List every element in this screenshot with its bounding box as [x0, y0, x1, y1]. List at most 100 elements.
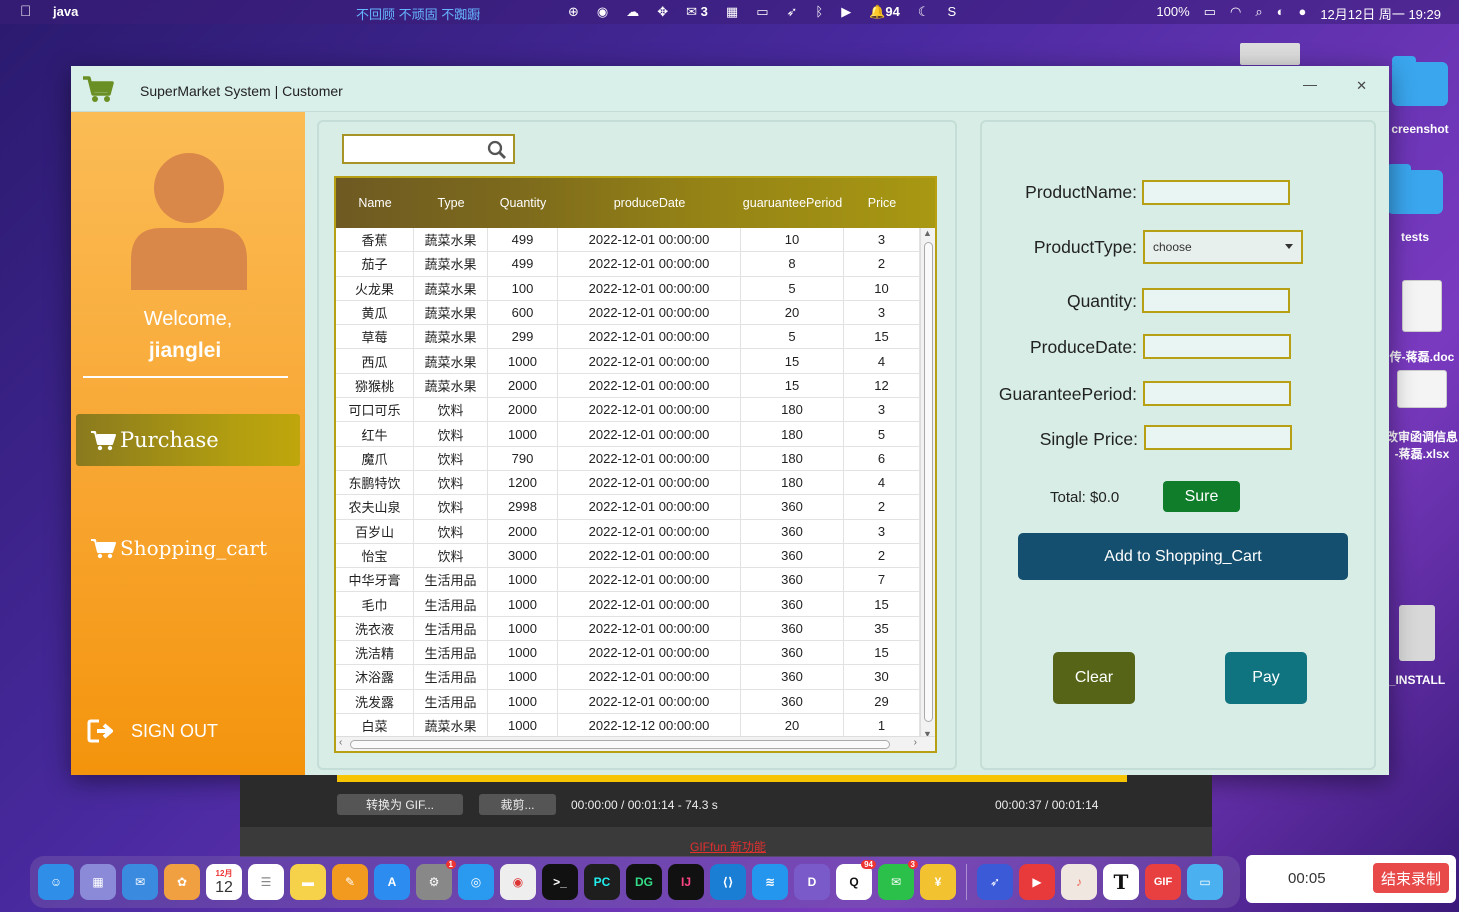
table-row[interactable]: 西瓜 蔬菜水果 1000 2022-12-01 00:00:00 15 4	[336, 349, 920, 374]
reminders-icon[interactable]: ☰	[248, 864, 284, 900]
sidebar-item-shopping-cart[interactable]: Shopping_cart	[76, 522, 300, 574]
giffun-link[interactable]: GIFfun 新功能	[690, 838, 766, 855]
intellij-icon[interactable]: IJ	[668, 864, 704, 900]
display-icon[interactable]: ▭	[756, 4, 768, 20]
qq-icon[interactable]: Q 94	[836, 860, 876, 900]
table-row[interactable]: 百岁山 饮料 2000 2022-12-01 00:00:00 360 3	[336, 519, 920, 544]
discord-like-icon[interactable]: D	[794, 864, 830, 900]
mail-icon[interactable]: ✉	[122, 864, 158, 900]
pdf-icon[interactable]: ▶	[1019, 864, 1055, 900]
finder-icon[interactable]: ☺	[38, 864, 74, 900]
column-header-type[interactable]: Type	[414, 178, 488, 228]
desktop-doc-file[interactable]: 传-蒋磊.doc	[1385, 280, 1459, 365]
timeline-strip[interactable]	[337, 775, 1127, 782]
sure-button[interactable]: Sure	[1163, 481, 1240, 512]
active-app-name[interactable]: java	[53, 4, 78, 19]
siri-icon[interactable]: ●	[1298, 4, 1306, 23]
column-header-quantity[interactable]: Quantity	[488, 178, 558, 228]
bluetooth-icon[interactable]: ᛒ	[815, 4, 823, 20]
desktop-folder-tests[interactable]: tests	[1385, 164, 1445, 244]
rocket-app-icon[interactable]: ➶	[977, 864, 1013, 900]
wechat-status-icon[interactable]: ✉ 3	[686, 4, 708, 20]
guarantee-period-field[interactable]	[1143, 381, 1291, 406]
table-row[interactable]: 白菜 蔬菜水果 1000 2022-12-12 00:00:00 20 1	[336, 713, 920, 738]
weather-icon[interactable]: ☁	[626, 4, 639, 20]
stop-recording-button[interactable]: 结束录制	[1373, 863, 1449, 893]
table-row[interactable]: 香蕉 蔬菜水果 499 2022-12-01 00:00:00 10 3	[336, 228, 920, 253]
launchpad-icon[interactable]: ▦	[80, 864, 116, 900]
chrome-icon[interactable]: ◉	[500, 864, 536, 900]
convert-to-gif-button[interactable]: 转换为 GIF...	[337, 794, 463, 815]
search-box[interactable]	[342, 134, 515, 164]
app-store-icon[interactable]: A	[374, 864, 410, 900]
sign-out-button[interactable]: SIGN OUT	[87, 718, 218, 744]
quantity-field[interactable]	[1142, 288, 1290, 313]
battery-icon[interactable]: ▭	[1204, 4, 1216, 23]
photos-icon[interactable]: ✿	[164, 864, 200, 900]
scrollbar-thumb[interactable]	[350, 740, 890, 749]
vertical-scrollbar[interactable]: ▲ ▼	[920, 228, 935, 739]
column-header-guarantee-period[interactable]: guaruanteePeriod	[741, 178, 844, 228]
desktop-install-file[interactable]: _INSTALL	[1385, 605, 1449, 687]
table-row[interactable]: 沐浴露 生活用品 1000 2022-12-01 00:00:00 360 30	[336, 665, 920, 690]
window-titlebar[interactable]: SuperMarket System | Customer — ✕	[71, 66, 1389, 112]
table-row[interactable]: 猕猴桃 蔬菜水果 2000 2022-12-01 00:00:00 15 12	[336, 373, 920, 399]
table-row[interactable]: 东鹏特饮 饮料 1200 2022-12-01 00:00:00 180 4	[336, 470, 920, 496]
apple-menu-icon[interactable]: 	[20, 3, 31, 20]
table-row[interactable]: 茄子 蔬菜水果 499 2022-12-01 00:00:00 8 2	[336, 252, 920, 277]
datagrip-icon[interactable]: DG	[626, 864, 662, 900]
scroll-left-arrow-icon[interactable]: ‹	[339, 737, 342, 748]
clear-button[interactable]: Clear	[1053, 652, 1135, 704]
docker-icon[interactable]: ≋	[752, 864, 788, 900]
globe-icon[interactable]: ⊕	[568, 4, 579, 20]
play-icon[interactable]: ▶	[841, 4, 851, 20]
pages-icon[interactable]: ✎	[332, 864, 368, 900]
rocket-icon[interactable]: ➶	[787, 4, 798, 20]
grid-icon[interactable]: ▦	[726, 4, 738, 20]
system-preferences-icon[interactable]: ⚙ 1	[416, 860, 456, 900]
table-row[interactable]: 洗衣液 生活用品 1000 2022-12-01 00:00:00 360 35	[336, 616, 920, 642]
close-button[interactable]: ✕	[1356, 78, 1367, 94]
pycharm-icon[interactable]: PC	[584, 864, 620, 900]
battery-level[interactable]: 100%	[1156, 4, 1189, 23]
table-row[interactable]: 洗洁精 生活用品 1000 2022-12-01 00:00:00 360 15	[336, 641, 920, 666]
column-header-name[interactable]: Name	[336, 178, 414, 228]
scrollbar-thumb[interactable]	[924, 242, 933, 722]
safari-icon[interactable]: ◎	[458, 864, 494, 900]
single-price-field[interactable]	[1144, 425, 1292, 450]
pay-button[interactable]: Pay	[1225, 652, 1307, 704]
table-row[interactable]: 魔爪 饮料 790 2022-12-01 00:00:00 180 6	[336, 446, 920, 471]
add-to-cart-button[interactable]: Add to Shopping_Cart	[1018, 533, 1348, 580]
horizontal-scrollbar[interactable]: ‹ ›	[336, 736, 935, 751]
control-center-icon[interactable]: ◐	[1277, 4, 1285, 23]
produce-date-field[interactable]	[1143, 334, 1291, 359]
product-name-field[interactable]	[1142, 180, 1290, 205]
input-method-icon[interactable]: S	[948, 4, 957, 20]
downloads-folder-icon[interactable]: ▭	[1187, 864, 1223, 900]
table-row[interactable]: 可口可乐 饮料 2000 2022-12-01 00:00:00 180 3	[336, 398, 920, 423]
screenshot-thumbnail[interactable]	[1240, 43, 1300, 65]
table-row[interactable]: 洗发露 生活用品 1000 2022-12-01 00:00:00 360 29	[336, 689, 920, 714]
typora-icon[interactable]: T	[1103, 864, 1139, 900]
vpn-icon[interactable]: ◉	[597, 4, 608, 20]
column-header-produce-date[interactable]: produceDate	[558, 178, 741, 228]
table-row[interactable]: 草莓 蔬菜水果 299 2022-12-01 00:00:00 5 15	[336, 325, 920, 350]
table-row[interactable]: 农夫山泉 饮料 2998 2022-12-01 00:00:00 360 2	[336, 495, 920, 520]
column-header-price[interactable]: Price	[844, 178, 920, 228]
product-type-select[interactable]: choose	[1143, 230, 1303, 264]
vscode-icon[interactable]: ⟨⟩	[710, 864, 746, 900]
wifi-icon[interactable]: ◠	[1230, 4, 1241, 23]
desktop-xlsx-file[interactable]: 改审函调信息 -蒋磊.xlsx	[1385, 370, 1459, 462]
clock[interactable]: 12月12日 周一 19:29	[1320, 4, 1441, 23]
gif-app-icon[interactable]: GIF	[1145, 864, 1181, 900]
desktop-folder-screenshot[interactable]: creenshot	[1385, 56, 1455, 136]
search-input[interactable]	[350, 139, 480, 159]
wechat-icon[interactable]: ✉ 3	[878, 860, 918, 900]
search-icon[interactable]	[487, 140, 507, 160]
table-row[interactable]: 中华牙膏 生活用品 1000 2022-12-01 00:00:00 360 7	[336, 568, 920, 593]
minimize-button[interactable]: —	[1303, 76, 1317, 92]
moon-icon[interactable]: ☾	[918, 4, 930, 20]
scroll-right-arrow-icon[interactable]: ›	[914, 737, 917, 748]
money-app-icon[interactable]: ¥	[920, 864, 956, 900]
scroll-up-arrow-icon[interactable]: ▲	[923, 228, 932, 238]
